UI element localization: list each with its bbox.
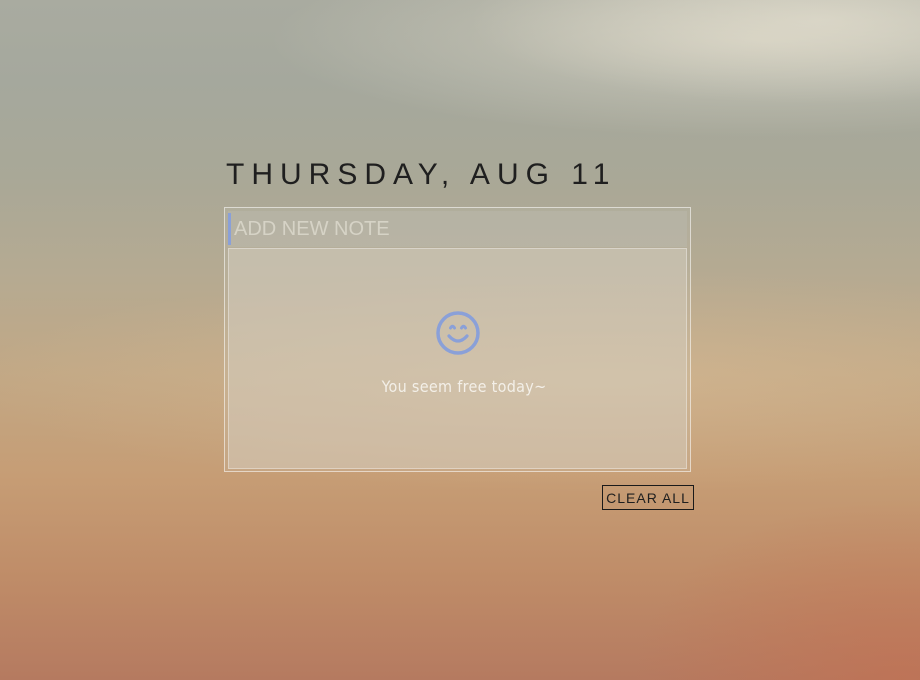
date-heading: THURSDAY, AUG 11 xyxy=(226,158,617,191)
add-note-row xyxy=(228,211,687,247)
add-note-input[interactable] xyxy=(232,211,682,247)
input-focus-indicator xyxy=(228,213,231,245)
empty-state-message: You seem free today~ xyxy=(381,377,547,396)
smile-icon xyxy=(436,311,480,355)
notes-panel: You seem free today~ xyxy=(224,207,691,472)
notes-list: You seem free today~ xyxy=(228,248,687,469)
clear-all-button[interactable]: CLEAR ALL xyxy=(602,485,694,510)
